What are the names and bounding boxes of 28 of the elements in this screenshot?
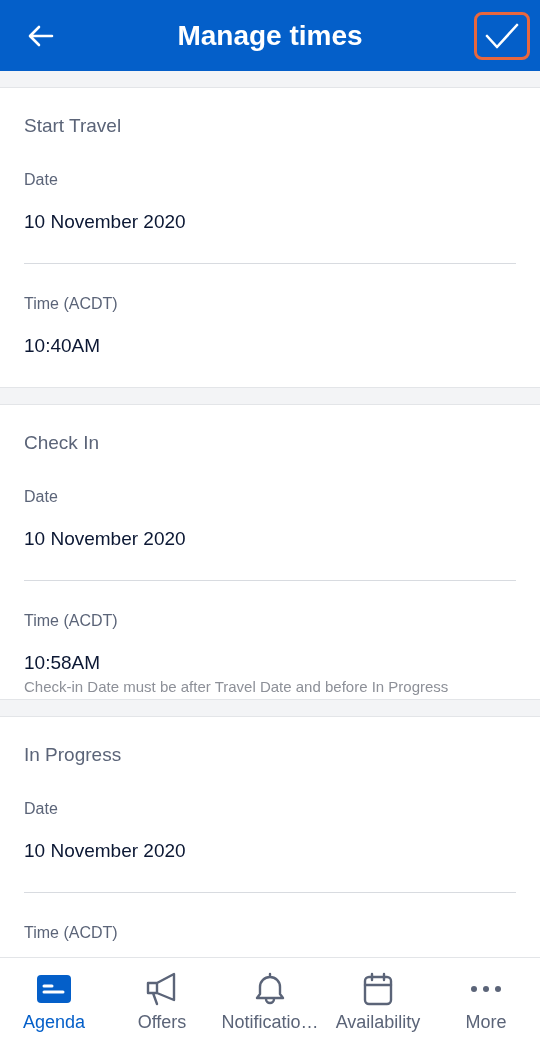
section-title: Check In [24, 431, 99, 455]
field-value[interactable]: 10 November 2020 [24, 525, 186, 553]
field-label: Time (ACDT) [24, 294, 118, 314]
field-value[interactable]: 10:58AM [24, 649, 101, 677]
field-value[interactable]: 10 November 2020 [24, 837, 186, 865]
section-title: Start Travel [24, 114, 122, 138]
calendar-icon [363, 972, 393, 1006]
nav-tab[interactable]: More [432, 958, 540, 1047]
page-title: Manage times [177, 19, 363, 52]
nav-tab[interactable]: Agenda [0, 958, 108, 1047]
nav-tab[interactable]: Notificatio… [216, 958, 324, 1047]
back-arrow-icon [28, 24, 54, 47]
bell-icon [255, 972, 285, 1006]
error-message: Check-in Date must be after Travel Date and before In Progress [24, 677, 449, 697]
field-label: Date [24, 487, 58, 507]
field-label: Date [24, 799, 58, 819]
field-value[interactable]: 10:40AM [24, 332, 101, 360]
confirm-button[interactable] [474, 11, 530, 60]
section-title: In Progress [24, 743, 122, 767]
checkmark-icon [485, 22, 519, 49]
nav-tab[interactable]: Offers [108, 958, 216, 1047]
agenda-icon [37, 974, 71, 1004]
field-label: Time (ACDT) [24, 611, 118, 631]
field-value[interactable]: 10 November 2020 [24, 208, 186, 236]
more-icon [470, 985, 502, 993]
nav-tab[interactable]: Availability [324, 958, 432, 1047]
field-label: Time (ACDT) [24, 923, 118, 943]
field-label: Date [24, 170, 58, 190]
